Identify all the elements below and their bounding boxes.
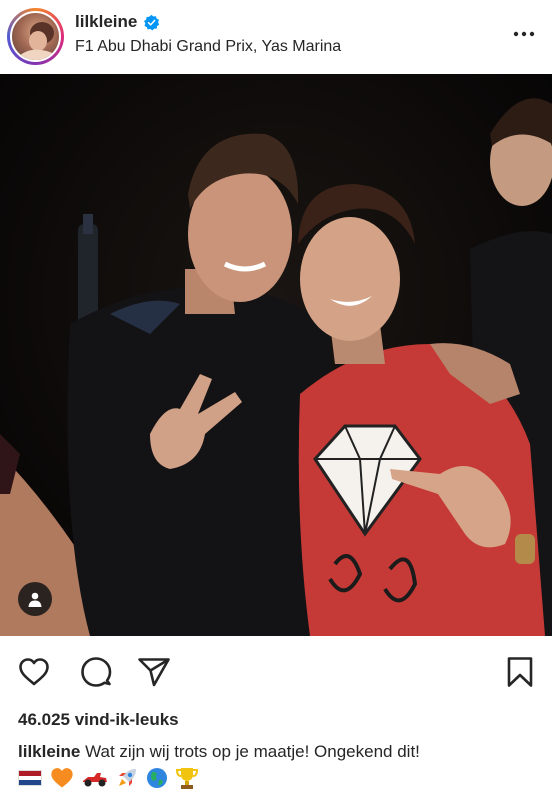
post-location[interactable]: F1 Abu Dhabi Grand Prix, Yas Marina [75,38,341,56]
verified-badge-icon [144,14,160,30]
post-photo[interactable] [0,74,552,636]
bookmark-icon [507,657,533,687]
globe-emoji [147,768,167,788]
username[interactable]: lilkleine [75,12,137,32]
user-tag-button[interactable] [18,582,52,616]
photo-scene [0,74,552,636]
like-button[interactable] [16,654,52,690]
caption-emojis [18,765,198,791]
username-row: lilkleine [75,12,160,32]
likes-count[interactable]: 46.025 vind-ik-leuks [18,710,179,730]
trophy-emoji [176,768,198,789]
racing-car-emoji [83,773,107,787]
netherlands-flag-emoji [18,770,42,786]
user-tag-icon [28,592,42,607]
avatar-photo [17,22,57,60]
comment-icon [81,657,112,687]
save-button[interactable] [502,654,538,690]
paper-plane-icon [138,658,170,687]
share-button[interactable] [136,654,172,690]
caption-text: Wat zijn wij trots op je maatje! Ongeken… [85,742,420,761]
rocket-emoji [119,769,136,786]
caption: lilkleine Wat zijn wij trots op je maatj… [18,741,543,763]
heart-icon [19,658,49,686]
more-options-icon[interactable] [512,22,536,46]
post-header: lilkleine F1 Abu Dhabi Grand Prix, Yas M… [0,0,552,72]
story-ring[interactable] [7,8,64,65]
action-bar [0,650,552,694]
comment-button[interactable] [78,654,114,690]
caption-username[interactable]: lilkleine [18,742,80,761]
orange-heart-emoji [51,768,73,788]
avatar[interactable] [10,11,61,62]
